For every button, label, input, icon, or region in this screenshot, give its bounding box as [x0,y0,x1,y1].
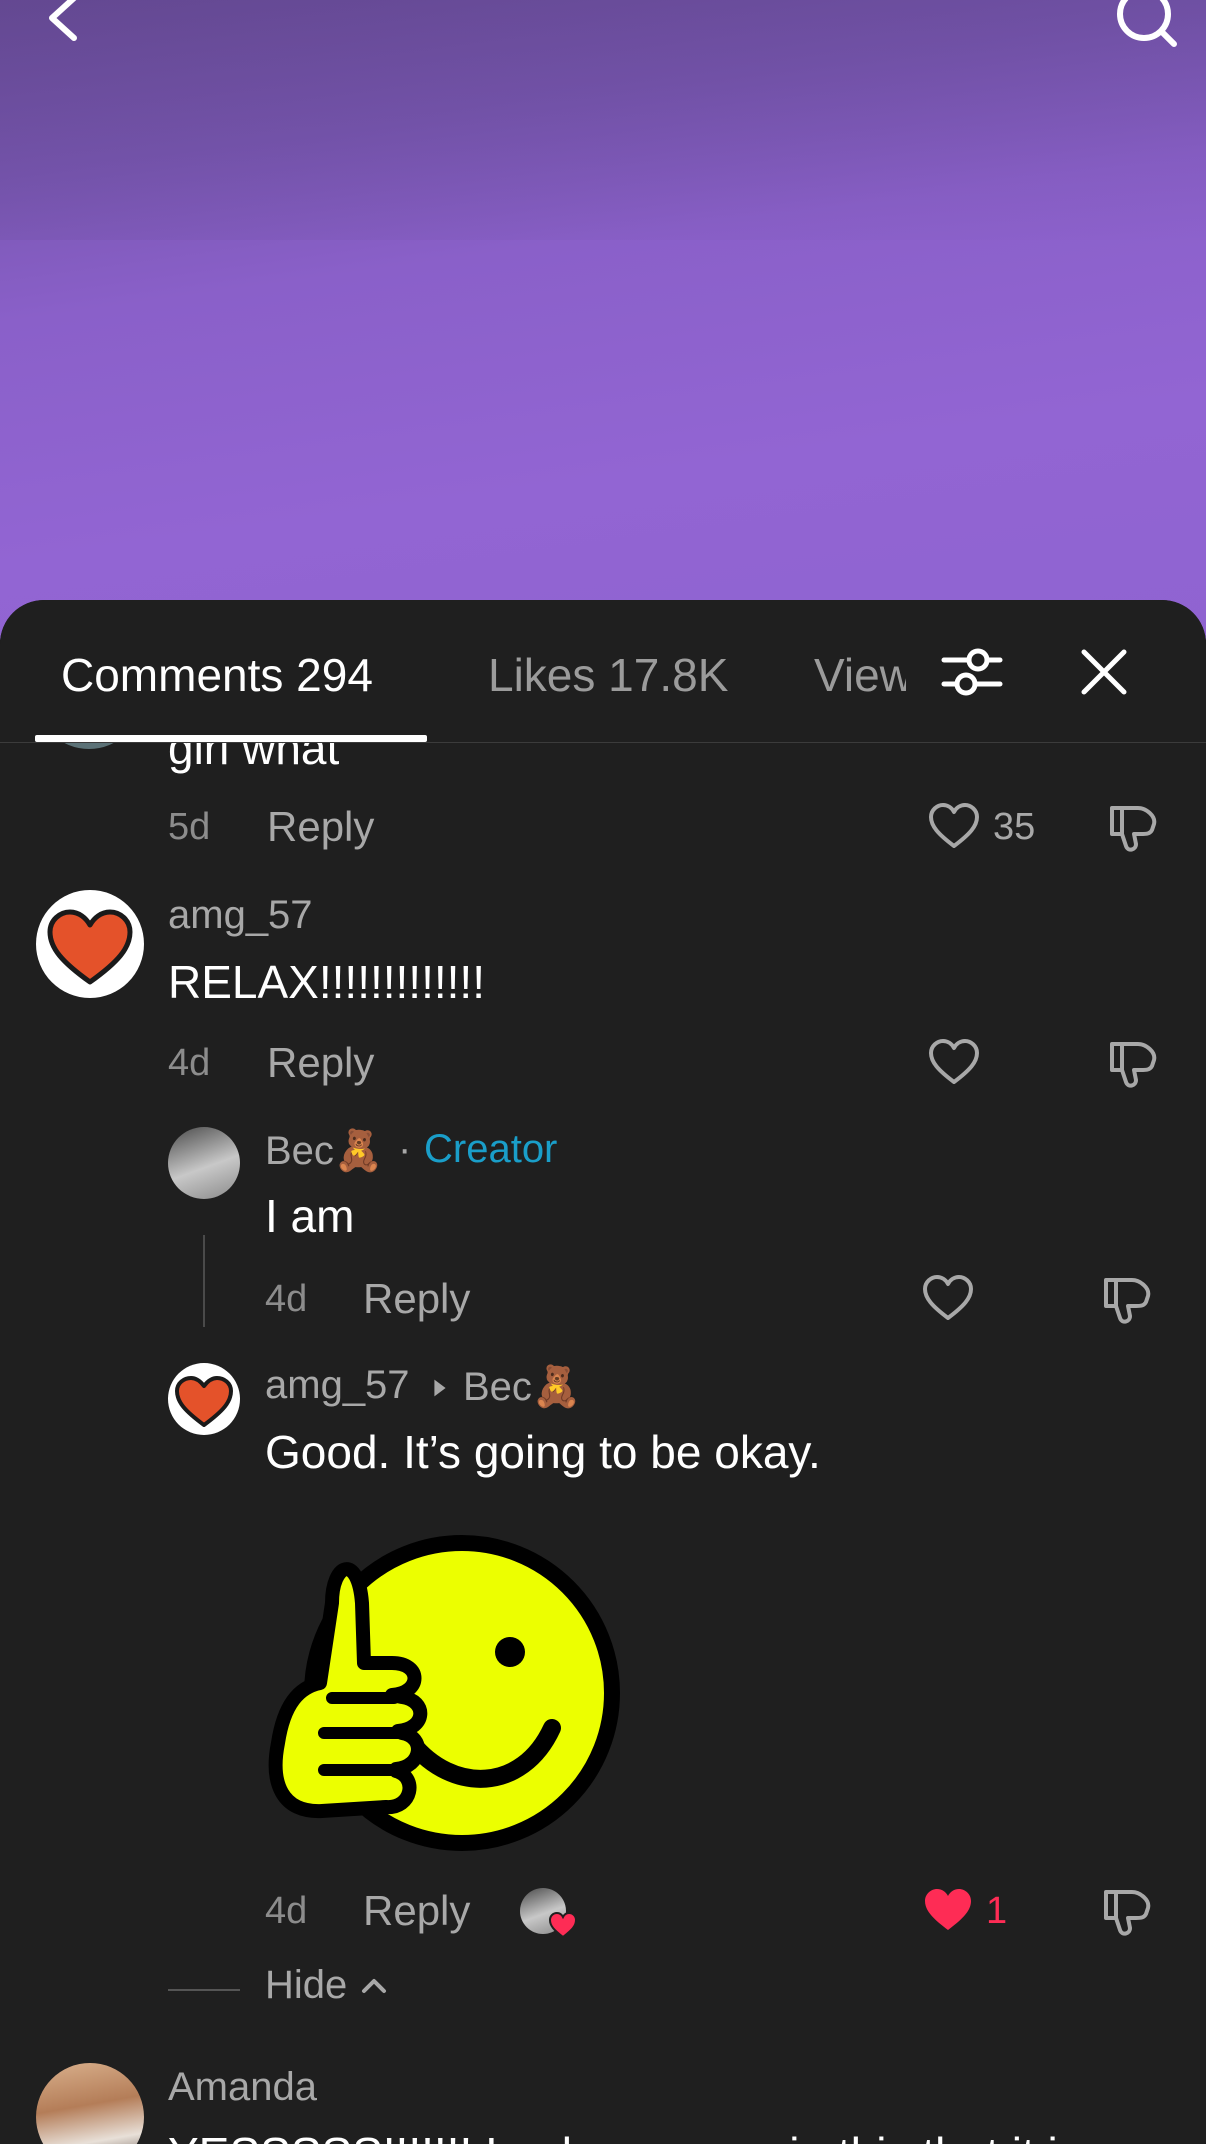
thread-line [203,1235,205,1327]
reply-age: 4d [265,1278,308,1320]
heart-avatar-icon [175,1376,233,1427]
thumbs-up-smiley-sticker [268,1535,620,1851]
avatar[interactable] [36,743,142,749]
like-count: 1 [986,1890,1008,1932]
comment-text: RELAX!!!!!!!!!!!!! [168,956,485,1008]
active-tab-indicator [35,735,427,742]
reply-username[interactable]: amg_57 [265,1363,410,1408]
comment-username[interactable]: Amanda [168,2065,317,2110]
dislike-icon[interactable] [1102,1886,1154,1938]
reply-button[interactable]: Reply [363,1887,470,1935]
reply-button[interactable]: Reply [363,1275,470,1323]
hide-replies-button[interactable]: Hide [265,1963,347,2008]
comment-age: 4d [168,1042,211,1084]
chevron-up-icon[interactable] [360,1975,388,1995]
creator-heart-icon [548,1911,578,1939]
dislike-icon[interactable] [1108,802,1160,854]
avatar[interactable] [36,2063,144,2144]
dislike-icon[interactable] [1102,1274,1154,1326]
creator-badge: Creator [424,1127,558,1171]
heart-outline-icon[interactable] [928,802,980,850]
comment-username[interactable]: amg_57 [168,893,313,938]
chevron-left-icon[interactable] [30,0,100,62]
avatar[interactable] [36,890,144,998]
like-count: 35 [993,806,1036,848]
reply-arrow-icon [434,1379,446,1397]
heart-outline-icon[interactable] [922,1274,974,1322]
reply-username[interactable]: Bec🧸 [265,1127,384,1174]
sliders-icon[interactable] [940,640,1004,704]
reply-to-username[interactable]: Bec🧸 [463,1363,582,1410]
video-background [0,0,1206,640]
close-icon[interactable] [1078,644,1130,700]
avatar[interactable] [168,1363,240,1435]
tab-views[interactable]: Views [814,648,906,702]
avatar[interactable] [168,1127,240,1199]
heart-filled-icon[interactable] [922,1886,974,1934]
comment-age: 5d [168,806,211,848]
reply-text: I am [265,1190,355,1242]
comment-text: girl what [168,743,340,774]
comment-list: girl what 5d Reply 35 amg_57 RELAX!!!!!!… [0,743,1206,2144]
search-icon[interactable] [1112,0,1182,62]
reply-age: 4d [265,1890,308,1932]
reply-button[interactable]: Reply [267,1039,374,1087]
comment-text: YESSSSS!!!!!!! I only saw you in this th… [168,2127,1081,2144]
heart-outline-icon[interactable] [928,1038,980,1086]
comments-sheet: Comments 294 Likes 17.8K Views girl what… [0,600,1206,2144]
heart-avatar-icon [47,909,133,985]
reply-text: Good. It’s going to be okay. [265,1426,821,1478]
reply-button[interactable]: Reply [267,803,374,851]
tab-bar: Comments 294 Likes 17.8K Views [0,600,1206,743]
hide-divider [168,1989,240,1991]
dislike-icon[interactable] [1108,1038,1160,1090]
username-separator: · [398,1127,412,1171]
tab-likes[interactable]: Likes 17.8K [488,648,728,702]
tab-comments[interactable]: Comments 294 [61,648,373,702]
